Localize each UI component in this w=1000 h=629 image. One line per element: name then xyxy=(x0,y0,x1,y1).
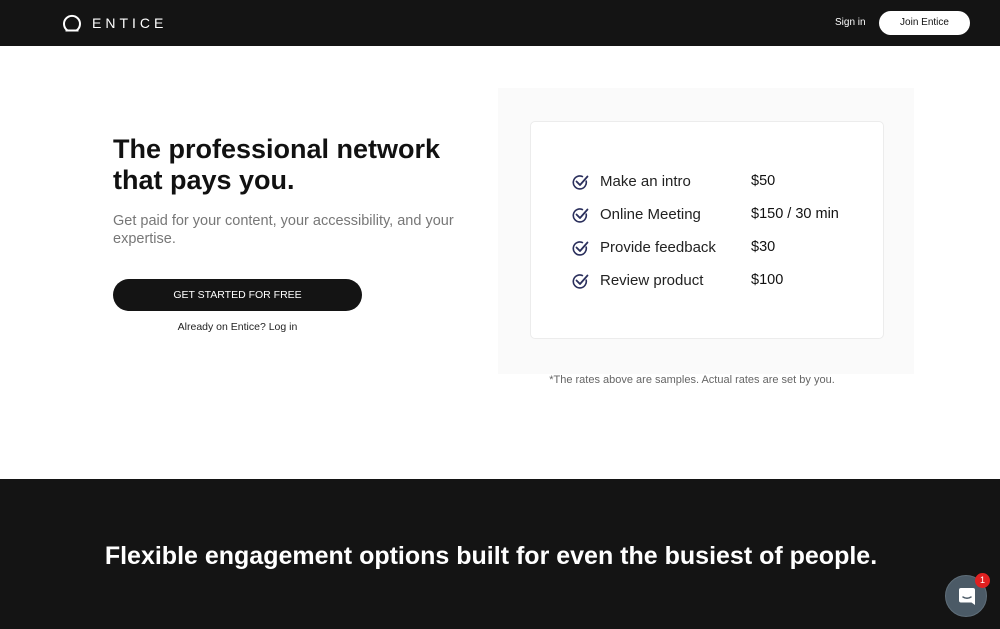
hero-headline-line2: that pays you. xyxy=(113,165,295,195)
rate-row: Provide feedback xyxy=(572,237,716,259)
login-link[interactable]: Already on Entice? Log in xyxy=(113,321,362,333)
logo[interactable]: ENTICE xyxy=(62,13,167,33)
rate-label: Review product xyxy=(600,272,704,289)
rate-row: Make an intro xyxy=(572,171,691,193)
check-circle-icon xyxy=(572,207,589,223)
rate-price: $50 xyxy=(751,173,776,189)
rate-label: Make an intro xyxy=(600,173,691,190)
hero-headline-line1: The professional network xyxy=(113,134,441,164)
top-navbar: ENTICE Sign in Join Entice xyxy=(0,0,1000,46)
rate-price: $150 / 30 min xyxy=(751,206,839,222)
rate-row: Online Meeting xyxy=(572,204,701,226)
join-button[interactable]: Join Entice xyxy=(879,11,970,35)
rates-card xyxy=(530,121,884,339)
check-circle-icon xyxy=(572,174,589,190)
rates-disclaimer: *The rates above are samples. Actual rat… xyxy=(549,374,835,386)
check-circle-icon xyxy=(572,240,589,256)
hero-headline: The professional network that pays you. xyxy=(113,134,453,196)
logo-text: ENTICE xyxy=(92,15,168,31)
hero-subtext: Get paid for your content, your accessib… xyxy=(113,213,454,247)
logo-icon xyxy=(63,14,81,32)
rate-label: Online Meeting xyxy=(600,206,701,223)
rate-price: $30 xyxy=(751,239,776,255)
rate-price: $100 xyxy=(751,272,784,288)
get-started-button[interactable]: GET STARTED FOR FREE xyxy=(113,279,362,311)
notification-badge: 1 xyxy=(975,573,990,588)
chat-bubble-icon xyxy=(959,588,975,605)
rate-label: Provide feedback xyxy=(600,239,716,256)
engagement-heading: Flexible engagement options built for ev… xyxy=(104,542,878,570)
rate-row: Review product xyxy=(572,270,703,292)
sign-in-link[interactable]: Sign in xyxy=(835,17,866,28)
check-circle-icon xyxy=(572,273,589,289)
